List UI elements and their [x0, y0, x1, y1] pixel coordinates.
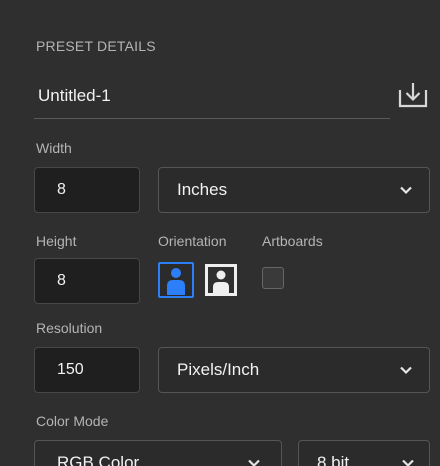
width-unit-select[interactable]: Inches [158, 167, 430, 213]
chevron-down-icon [402, 459, 414, 466]
height-input[interactable]: 8 [34, 258, 140, 304]
preset-details-panel: PRESET DETAILS Untitled-1 Width 8 Inches… [0, 0, 440, 466]
artboards-checkbox[interactable] [262, 267, 284, 289]
width-input[interactable]: 8 [34, 167, 140, 213]
resolution-input[interactable]: 150 [34, 347, 140, 393]
orientation-label: Orientation [158, 233, 227, 249]
artboards-label: Artboards [262, 233, 323, 249]
chevron-down-icon [248, 459, 260, 466]
color-mode-select[interactable]: RGB Color [34, 440, 282, 466]
save-preset-icon[interactable] [396, 80, 430, 110]
chevron-down-icon [400, 366, 412, 375]
document-name-underline [34, 118, 390, 119]
bit-depth-select[interactable]: 8 bit [298, 440, 430, 466]
color-mode-value: RGB Color [57, 453, 140, 466]
bit-depth-value: 8 bit [317, 453, 350, 466]
height-label: Height [36, 233, 77, 249]
section-title: PRESET DETAILS [36, 38, 156, 54]
chevron-down-icon [400, 186, 412, 195]
document-name-field[interactable]: Untitled-1 [38, 86, 111, 106]
portrait-orientation-icon[interactable] [158, 262, 194, 298]
color-mode-label: Color Mode [36, 413, 109, 429]
width-label: Width [36, 140, 72, 156]
resolution-unit-value: Pixels/Inch [177, 360, 260, 379]
width-unit-value: Inches [177, 180, 228, 199]
landscape-orientation-icon[interactable] [203, 262, 239, 298]
resolution-unit-select[interactable]: Pixels/Inch [158, 347, 430, 393]
resolution-label: Resolution [36, 320, 103, 336]
